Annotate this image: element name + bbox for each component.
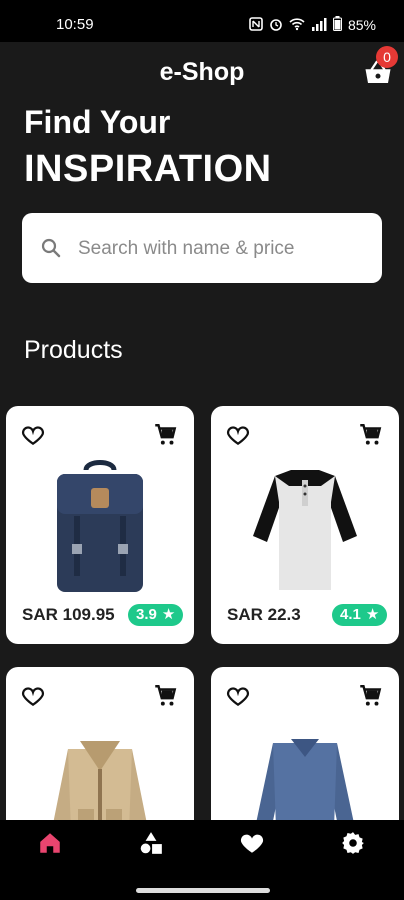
status-icons: 85%	[249, 16, 376, 34]
app-title: e-Shop	[159, 58, 245, 86]
star-icon: ★	[365, 606, 380, 623]
add-to-cart-icon[interactable]	[152, 683, 178, 709]
products-section-title: Products	[24, 336, 123, 364]
product-card[interactable]: SAR 109.95 3.9 ★	[6, 406, 194, 644]
rating-value: 3.9	[136, 606, 157, 623]
search-bar[interactable]	[22, 213, 382, 283]
shapes-icon	[140, 832, 162, 854]
app-header: e-Shop	[0, 42, 404, 102]
add-to-cart-icon[interactable]	[152, 422, 178, 448]
nfc-icon	[249, 16, 263, 34]
nav-favorites[interactable]	[239, 830, 269, 860]
hero-heading-line1: Find Your	[24, 104, 171, 140]
home-icon	[40, 833, 60, 853]
rating-value: 4.1	[340, 606, 361, 623]
heart-outline-icon[interactable]	[20, 422, 46, 448]
heart-icon	[240, 834, 264, 853]
wifi-icon	[289, 17, 305, 34]
heart-outline-icon[interactable]	[225, 422, 251, 448]
product-price: SAR 22.3	[227, 605, 301, 624]
nav-home[interactable]	[37, 830, 67, 860]
battery-icon	[332, 16, 342, 34]
heart-outline-icon[interactable]	[225, 683, 251, 709]
nav-settings[interactable]	[340, 830, 370, 860]
product-image-backpack	[57, 460, 143, 592]
rating-badge: 3.9 ★	[128, 604, 184, 626]
add-to-cart-icon[interactable]	[357, 422, 383, 448]
product-price: SAR 109.95	[22, 605, 115, 624]
hero-heading-line2: INSPIRATION	[24, 148, 272, 190]
product-card[interactable]: SAR 22.3 4.1 ★	[211, 406, 399, 644]
product-image-raglan-shirt	[253, 470, 357, 590]
status-time: 10:59	[56, 16, 94, 33]
nav-categories[interactable]	[138, 830, 168, 860]
heart-outline-icon[interactable]	[20, 683, 46, 709]
cart-count-badge: 0	[376, 46, 398, 68]
gear-icon	[342, 832, 364, 854]
battery-level: 85%	[347, 17, 376, 33]
signal-icon	[311, 17, 327, 34]
alarm-icon	[269, 17, 283, 34]
add-to-cart-icon[interactable]	[357, 683, 383, 709]
star-icon: ★	[161, 606, 176, 623]
search-input[interactable]	[76, 233, 370, 265]
status-bar: 10:59 85%	[0, 0, 404, 42]
search-icon	[41, 238, 61, 258]
rating-badge: 4.1 ★	[332, 604, 388, 626]
gesture-bar	[136, 888, 270, 893]
